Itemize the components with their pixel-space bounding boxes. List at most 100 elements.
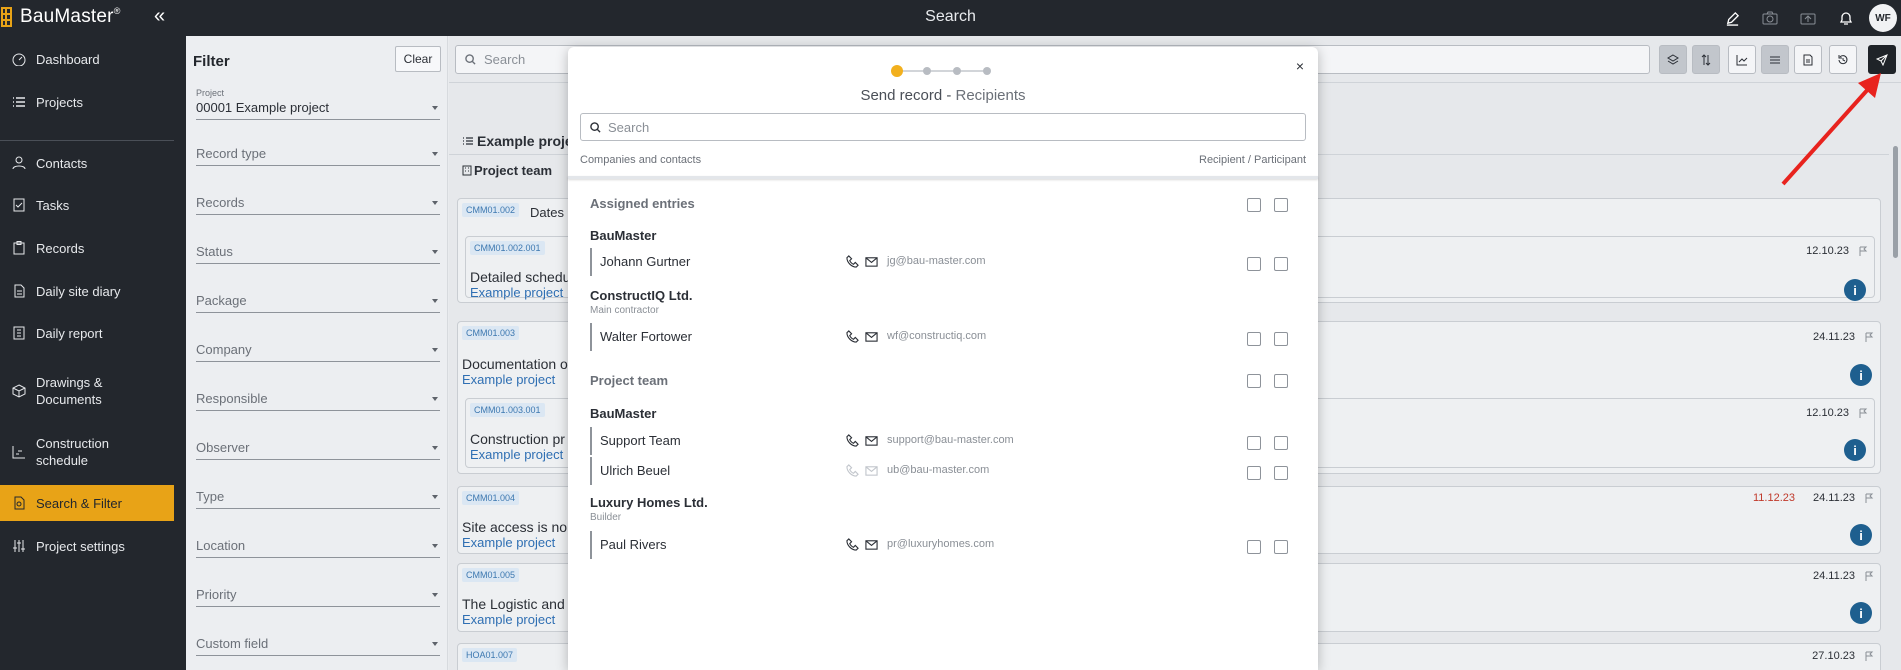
phone-icon [846, 464, 859, 477]
history-button[interactable] [1829, 45, 1857, 74]
project-team-header: Project team [462, 163, 552, 178]
sidebar-item-daily-report[interactable]: Daily report [0, 320, 186, 346]
chart-icon [1736, 54, 1748, 65]
info-icon[interactable]: i [1850, 364, 1872, 386]
document-icon [1803, 54, 1813, 65]
send-record-button[interactable] [1868, 45, 1896, 74]
bell-icon[interactable] [1827, 0, 1865, 36]
recipient-checkbox[interactable] [1247, 332, 1261, 346]
flag-icon[interactable] [1864, 651, 1874, 661]
contact-row[interactable]: Walter Fortower wf@constructiq.com [590, 323, 1302, 351]
sidebar-item-construction-schedule[interactable]: Construction schedule [0, 432, 186, 472]
flag-icon[interactable] [1864, 571, 1874, 581]
participant-checkbox[interactable] [1274, 466, 1288, 480]
company-name: ConstructIQ Ltd. [590, 288, 693, 303]
sidebar-item-tasks[interactable]: Tasks [0, 192, 186, 218]
contact-row[interactable]: Johann Gurtner jg@bau-master.com [590, 248, 1302, 276]
sidebar-item-drawings-documents[interactable]: Drawings & Documents [0, 371, 186, 411]
close-icon[interactable]: × [1296, 58, 1304, 74]
sidebar-item-search-filter[interactable]: Search & Filter [0, 485, 174, 521]
scrollbar-thumb[interactable] [1893, 146, 1898, 258]
filter-package[interactable]: Package [196, 283, 440, 313]
collapse-sidebar-icon[interactable]: « [154, 6, 165, 26]
search-icon [590, 122, 601, 133]
avatar[interactable]: WF [1869, 4, 1897, 32]
participant-checkbox[interactable] [1274, 198, 1288, 212]
flag-icon[interactable] [1858, 246, 1868, 256]
search-icon [465, 54, 476, 65]
company-name: BauMaster [590, 406, 657, 421]
recipient-checkbox[interactable] [1247, 198, 1261, 212]
section-title: Assigned entries [590, 196, 695, 211]
filter-company[interactable]: Company [196, 332, 440, 362]
contact-row[interactable]: Support Team support@bau-master.com [590, 427, 1302, 455]
top-bar: BauMaster® « Search WF [0, 0, 1901, 36]
recipient-search-input[interactable]: Search [580, 113, 1306, 141]
filter-records[interactable]: Records [196, 185, 440, 215]
phone-icon[interactable] [846, 255, 859, 268]
sidebar-item-project-settings[interactable]: Project settings [0, 533, 186, 559]
recipient-checkbox[interactable] [1247, 436, 1261, 450]
filter-type[interactable]: Type [196, 479, 440, 509]
contact-row[interactable]: Ulrich Beuel ub@bau-master.com [590, 457, 1302, 485]
sidebar-item-daily-site-diary[interactable]: Daily site diary [0, 278, 186, 304]
filter-priority[interactable]: Priority [196, 577, 440, 607]
chevron-down-icon [432, 544, 438, 548]
flag-icon[interactable] [1864, 493, 1874, 503]
sidebar-item-dashboard[interactable]: Dashboard [0, 46, 186, 72]
recipient-checkbox[interactable] [1247, 466, 1261, 480]
chevron-down-icon [432, 642, 438, 646]
mail-icon[interactable] [865, 434, 878, 447]
sort-button[interactable] [1692, 45, 1720, 74]
filter-responsible[interactable]: Responsible [196, 381, 440, 411]
phone-icon[interactable] [846, 538, 859, 551]
participant-checkbox[interactable] [1274, 257, 1288, 271]
list-view-button[interactable] [1761, 45, 1789, 74]
app-logo[interactable]: BauMaster® [0, 6, 121, 28]
mail-icon[interactable] [865, 538, 878, 551]
clear-filter-button[interactable]: Clear [395, 46, 441, 72]
send-icon [1876, 53, 1888, 66]
filter-status[interactable]: Status [196, 234, 440, 264]
filter-location[interactable]: Location [196, 528, 440, 558]
sidebar-item-projects[interactable]: Projects [0, 89, 186, 115]
pdf-button[interactable] [1794, 45, 1822, 74]
info-icon[interactable]: i [1844, 439, 1866, 461]
filter-record-type[interactable]: Record type [196, 136, 440, 166]
phone-icon[interactable] [846, 330, 859, 343]
recipient-checkbox[interactable] [1247, 374, 1261, 388]
sidebar-item-contacts[interactable]: Contacts [0, 150, 186, 176]
info-icon[interactable]: i [1850, 602, 1872, 624]
filter-project-select[interactable]: Project 00001 Example project [196, 86, 440, 120]
recipient-checkbox[interactable] [1247, 257, 1261, 271]
filter-custom-field[interactable]: Custom field [196, 626, 440, 656]
layers-button[interactable] [1659, 45, 1687, 74]
sidebar-divider [0, 140, 174, 141]
participant-checkbox[interactable] [1274, 436, 1288, 450]
page-title: Search [925, 8, 976, 25]
chart-view-button[interactable] [1728, 45, 1756, 74]
step-indicator [891, 65, 991, 77]
edit-icon[interactable] [1713, 0, 1751, 36]
info-icon[interactable]: i [1850, 524, 1872, 546]
sidebar: Dashboard Projects Contacts Tasks Record… [0, 36, 186, 670]
phone-icon[interactable] [846, 434, 859, 447]
modal-title: Send record - Recipients [860, 87, 1026, 104]
participant-checkbox[interactable] [1274, 540, 1288, 554]
upload-icon[interactable] [1789, 0, 1827, 36]
flag-icon[interactable] [1858, 408, 1868, 418]
recipient-checkbox[interactable] [1247, 540, 1261, 554]
info-icon[interactable]: i [1844, 279, 1866, 301]
chart-icon [12, 446, 25, 459]
participant-checkbox[interactable] [1274, 374, 1288, 388]
chevron-down-icon [432, 495, 438, 499]
mail-icon[interactable] [865, 255, 878, 268]
flag-icon[interactable] [1864, 332, 1874, 342]
list-header: Example proje [462, 133, 573, 149]
camera-icon[interactable] [1751, 0, 1789, 36]
mail-icon[interactable] [865, 330, 878, 343]
filter-observer[interactable]: Observer [196, 430, 440, 460]
sidebar-item-records[interactable]: Records [0, 235, 186, 261]
contact-row[interactable]: Paul Rivers pr@luxuryhomes.com [590, 531, 1302, 559]
participant-checkbox[interactable] [1274, 332, 1288, 346]
